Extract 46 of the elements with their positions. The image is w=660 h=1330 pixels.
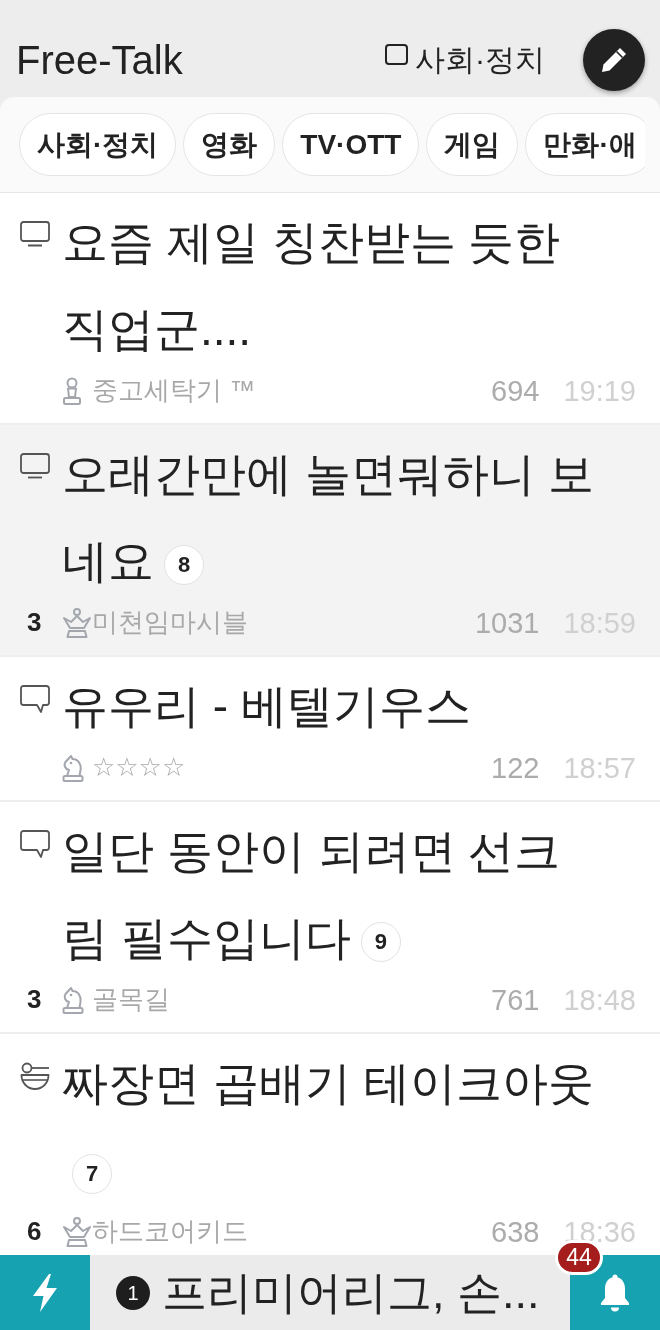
tv-icon [20,221,50,247]
view-count: 122 [491,750,540,786]
category-chip[interactable]: 영화 [183,113,276,176]
vote-count: 3 [27,607,42,639]
view-count: 694 [491,373,540,409]
author-name: 골목길 [92,984,170,1016]
pencil-icon [600,45,628,74]
checkbox[interactable] [385,44,408,65]
view-count: 1031 [474,605,540,641]
author-name: ☆☆☆☆ [92,752,186,784]
view-count: 638 [491,1214,540,1250]
view-count: 761 [491,982,540,1018]
pawn-icon [62,377,82,405]
bell-icon [598,1273,632,1312]
post-title: 일단 동안이 되려면 선크림 필수입니다 9 [62,824,562,966]
knight-icon [62,754,84,782]
speech-bubble-icon [20,685,50,713]
checkbox-label[interactable]: 사회·정치 [415,41,545,78]
post-title: 짜장면 곱배기 테이크아웃 7 [62,1040,600,1214]
category-chip[interactable]: 게임 [426,113,519,176]
crown-icon [62,608,92,638]
lightning-button[interactable] [0,1255,90,1330]
vote-count: 3 [27,984,42,1016]
crown-icon [62,1217,92,1247]
category-chip[interactable]: 사회·정치 [19,113,177,176]
post-title: 오래간만에 놀면뭐하니 보네요 8 [62,447,595,589]
post-title: 유우리 - 베텔기우스 [62,679,472,734]
comment-count: 8 [164,544,204,585]
comment-count: 7 [72,1153,112,1194]
bowl-icon [20,1062,50,1090]
headline-text: 프리미어리그, 손... [162,1265,540,1320]
compose-button[interactable] [583,28,645,91]
page-title: Free-Talk [16,39,183,80]
author-name: 하드코어키드 [92,1216,248,1248]
tv-icon [20,453,50,479]
lightning-icon [31,1272,59,1313]
author-name: 미쳔임마시블 [92,607,248,639]
category-chip[interactable]: TV·OTT [282,113,420,176]
vote-count: 6 [27,1216,42,1248]
comment-count: 9 [360,921,401,962]
rank-badge: 1 [116,1275,150,1310]
post-title: 요즘 제일 칭찬받는 듯한 직업군.... [62,215,562,357]
category-chip[interactable]: 만화·애 [525,113,645,176]
speech-bubble-icon [20,830,50,858]
knight-icon [62,986,84,1014]
author-name: 중고세탁기 ™ [92,375,256,407]
